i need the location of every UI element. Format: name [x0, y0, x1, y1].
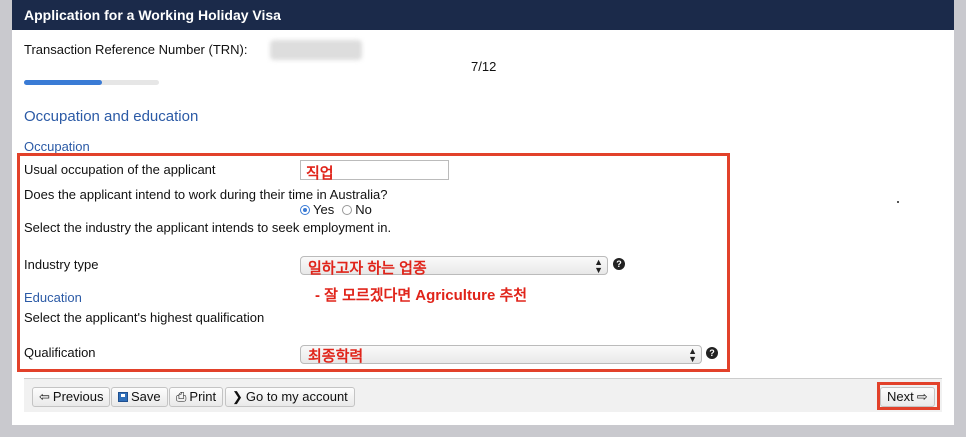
trn-value-redacted: [270, 40, 362, 60]
industry-annotation: 일하고자 하는 업종: [308, 260, 427, 277]
chevron-right-icon: ❯: [232, 389, 243, 404]
question-circle-icon[interactable]: ?: [613, 258, 625, 270]
select-arrows-icon: ▲ ▼: [688, 346, 697, 364]
progress-bar-fill: [24, 80, 103, 85]
arrow-left-icon: ⇦: [39, 389, 50, 404]
qualification-instruction: Select the applicant's highest qualifica…: [24, 310, 265, 325]
no-radio-label: No: [355, 202, 372, 217]
occupation-annotation: 직업: [306, 165, 334, 182]
page-indicator: 7/12: [471, 59, 497, 74]
page-title: Application for a Working Holiday Visa: [12, 0, 954, 30]
yes-radio-label: Yes: [313, 202, 335, 217]
account-button-label: Go to my account: [245, 389, 348, 404]
usual-occupation-label: Usual occupation of the applicant: [24, 162, 216, 177]
qualification-label: Qualification: [24, 345, 96, 360]
floppy-disk-icon: [118, 392, 128, 402]
no-radio[interactable]: [342, 204, 353, 215]
next-highlight-box: [877, 382, 940, 410]
industry-type-label: Industry type: [24, 257, 99, 272]
printer-icon: ⎙: [176, 389, 187, 404]
work-question-label: Does the applicant intend to work during…: [24, 187, 388, 202]
footer-toolbar: ⇦ Previous Save ⎙ Print ❯ Go to my accou…: [24, 378, 942, 412]
work-intent-radio-group: Yes No: [300, 202, 372, 217]
print-button[interactable]: ⎙ Print: [169, 387, 224, 407]
yes-radio[interactable]: [300, 204, 310, 215]
industry-instruction: Select the industry the applicant intend…: [24, 220, 392, 235]
occupation-heading: Occupation: [24, 139, 90, 154]
stray-dot: [897, 201, 899, 203]
go-to-account-button[interactable]: ❯ Go to my account: [225, 387, 355, 407]
industry-note-annotation: - 잘 모르겠다면 Agriculture 추천: [315, 287, 528, 304]
select-arrows-icon: ▲ ▼: [594, 257, 603, 275]
previous-button-label: Previous: [52, 389, 104, 404]
qualification-annotation: 최종학력: [308, 348, 364, 365]
print-button-label: Print: [189, 389, 217, 404]
section-title: Occupation and education: [24, 108, 199, 125]
trn-label: Transaction Reference Number (TRN):: [24, 42, 248, 57]
previous-button[interactable]: ⇦ Previous: [32, 387, 111, 407]
save-button[interactable]: Save: [111, 387, 168, 407]
question-circle-icon[interactable]: ?: [706, 347, 718, 359]
education-heading: Education: [24, 290, 82, 305]
save-button-label: Save: [131, 389, 161, 404]
progress-bar: [24, 80, 159, 85]
application-panel: Application for a Working Holiday Visa T…: [12, 0, 954, 425]
